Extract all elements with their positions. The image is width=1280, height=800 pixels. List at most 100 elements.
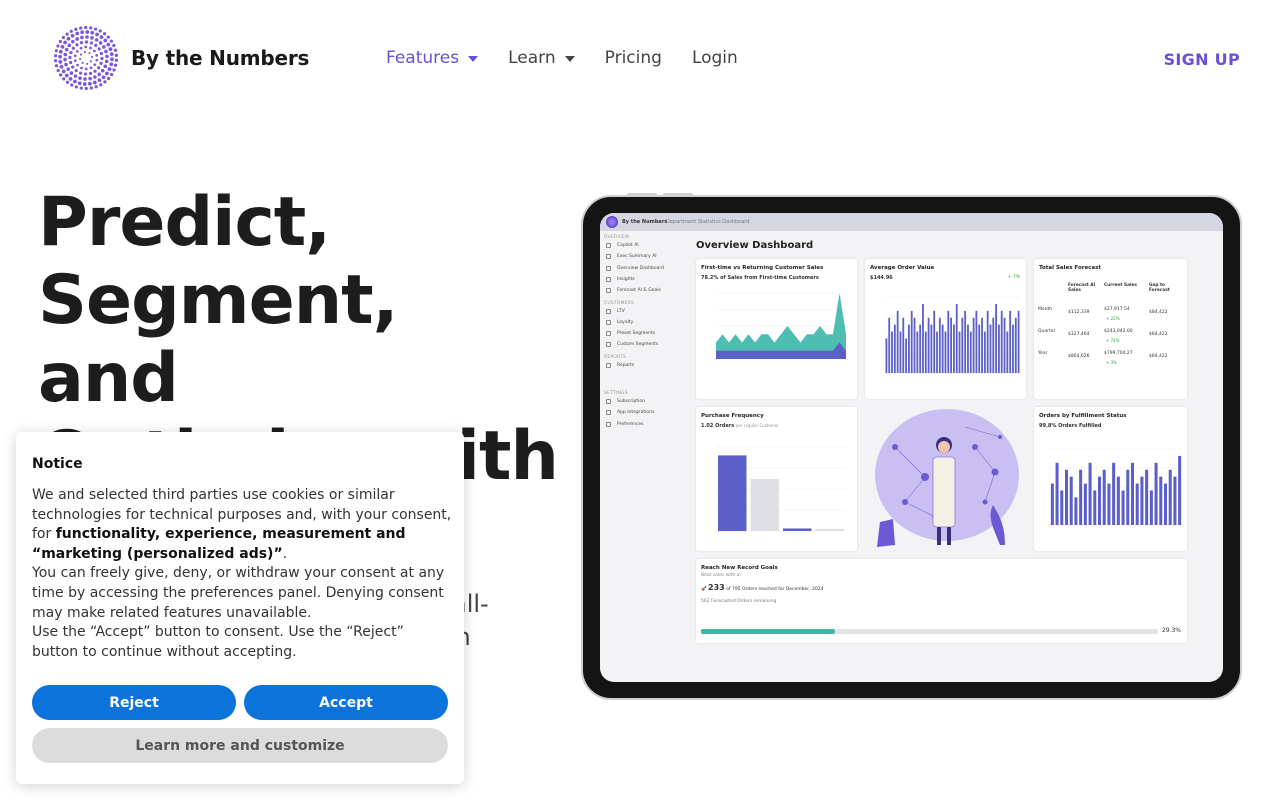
chevron-down-icon (564, 56, 575, 62)
sidebar-item[interactable]: Reports (606, 362, 635, 368)
logo-dot (73, 74, 78, 78)
aov-bar (998, 324, 1000, 373)
brand-logo-icon[interactable] (54, 26, 118, 90)
card-fulfillment-status: Orders by Fulfillment Status 99.8% Order… (1034, 407, 1187, 551)
sidebar-item[interactable]: Insights (606, 276, 635, 282)
fulfillment-bar (1116, 476, 1120, 525)
fulfillment-bar (1097, 476, 1102, 525)
sidebar-item[interactable]: Overview Dashboard (606, 265, 664, 271)
logo-dot (70, 83, 74, 87)
nav-learn[interactable]: Learn (508, 48, 575, 68)
col-header: Forecast AI Sales (1068, 283, 1096, 293)
aov-bar (902, 317, 905, 373)
sidebar-item[interactable]: Custom Segments (606, 342, 658, 348)
card-sales-forecast: Total Sales Forecast Forecast AI Sales C… (1034, 259, 1187, 399)
logo-dot (61, 69, 66, 74)
nav-features[interactable]: Features (386, 48, 479, 68)
card-purchase-frequency: Purchase Frequency 1.02 Orders per regul… (696, 407, 857, 551)
goal-progress-fill (701, 629, 835, 634)
sidebar-item[interactable]: Subscription (606, 399, 645, 404)
sidebar-item[interactable]: App Integrations (606, 410, 655, 416)
sidebar-item[interactable]: Preset Segments (606, 331, 655, 337)
fulfillment-bar (1168, 469, 1172, 525)
logo-dot (64, 73, 69, 78)
aov-bar (938, 317, 941, 373)
logo-dot (56, 44, 60, 48)
fulfillment-bar (1145, 469, 1149, 525)
brand-name[interactable]: By the Numbers (131, 46, 309, 70)
logo-dot (109, 39, 114, 43)
app-topbar: By the Numbers Department Statistics Das… (600, 213, 1223, 231)
logo-dot (89, 60, 93, 63)
col-header: Current Sales (1104, 283, 1137, 288)
gap-value: $84,422 (1149, 332, 1168, 337)
notice-text-bold: functionality, experience, measurement a… (32, 526, 406, 562)
nav-login[interactable]: Login (692, 48, 738, 68)
sidebar-item-icon (606, 243, 611, 248)
sidebar-item-label: Insights (617, 276, 635, 282)
notice-text: . (282, 545, 288, 562)
row-label: Quarter (1038, 329, 1056, 334)
sidebar-item[interactable]: Loyalty (606, 319, 633, 325)
customize-button[interactable]: Learn more and customize (32, 728, 448, 763)
aov-bar (908, 324, 910, 373)
nav-pricing[interactable]: Pricing (605, 48, 662, 68)
logo-dot (97, 66, 101, 70)
aov-bar (922, 303, 924, 373)
sidebar-item[interactable]: LTV (606, 308, 625, 314)
logo-dot (54, 49, 58, 53)
sidebar-section-label: CUSTOMERS (604, 300, 635, 306)
sidebar-item-label: App Integrations (617, 410, 655, 416)
main-nav: Features Learn Pricing Login (386, 48, 768, 68)
fulfillment-bar (1130, 462, 1135, 525)
sidebar-item[interactable]: Copilot AI (606, 243, 639, 248)
logo-dot (58, 73, 63, 77)
accept-button[interactable]: Accept (244, 685, 448, 720)
sidebar-section-label: SETTINGS (604, 391, 628, 396)
dashboard-title: Overview Dashboard (696, 240, 814, 251)
sidebar-item[interactable]: Forecast AI & Goals (606, 288, 661, 294)
logo-dot (104, 59, 109, 64)
nav-learn-label: Learn (508, 48, 556, 68)
logo-dot (109, 62, 114, 67)
fulfillment-bar (1064, 469, 1069, 525)
app-sidebar: OVERVIEW Copilot AI Exec Summary AI Overvie… (600, 231, 690, 682)
sidebar-item-label: LTV (617, 308, 625, 314)
logo-dot (93, 75, 97, 79)
logo-dot (63, 40, 67, 45)
fulfillment-bar (1093, 490, 1097, 525)
sidebar-item-icon (606, 421, 611, 427)
reject-button[interactable]: Reject (32, 685, 236, 720)
logo-dot (58, 49, 63, 54)
tablet-button (663, 193, 693, 197)
fulfillment-bar (1088, 462, 1092, 525)
logo-dot (89, 66, 93, 70)
aov-bar (1014, 317, 1017, 373)
logo-dot (84, 45, 88, 49)
logo-dot (90, 36, 94, 40)
logo-dot (74, 27, 78, 31)
sidebar-item-icon (606, 399, 611, 404)
sidebar-item[interactable]: Exec Summary AI (606, 254, 657, 260)
logo-dot (83, 51, 86, 54)
aov-bar (992, 317, 995, 373)
card-title: Reach New Record Goals (701, 565, 778, 571)
aov-bar (944, 331, 947, 373)
sidebar-item[interactable]: Preferences (606, 421, 644, 427)
signup-button[interactable]: SIGN UP (1164, 50, 1240, 69)
logo-dot (98, 29, 102, 33)
change-value: + 74% (1106, 338, 1120, 343)
nav-features-label: Features (386, 48, 460, 68)
bar-chart (1050, 448, 1182, 526)
fulfillment-bar (1102, 469, 1106, 525)
logo-dot (70, 33, 75, 38)
goal-remaining: 562 Forecasted Orders remaining (701, 599, 777, 604)
logo-dot (69, 29, 73, 33)
aov-bar (964, 310, 967, 373)
logo-dot (54, 59, 58, 63)
hero-title-line: Segment, and (38, 261, 399, 418)
sidebar-item-label: Preferences (617, 421, 644, 427)
logo-dot (105, 54, 109, 59)
logo-dot (99, 35, 104, 39)
sidebar-item-label: Reports (617, 362, 635, 368)
